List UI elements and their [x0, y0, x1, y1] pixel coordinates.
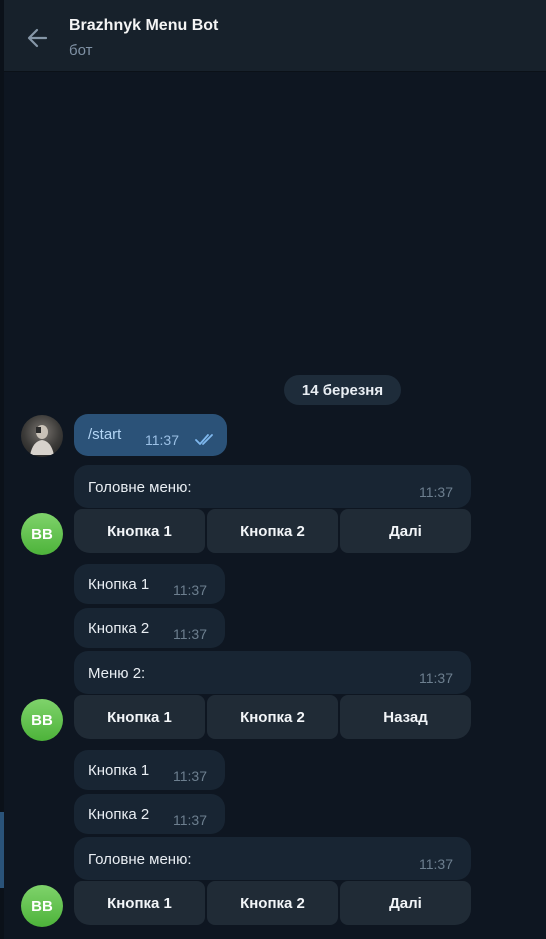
message-text: Кнопка 2: [88, 620, 150, 637]
date-separator: 14 березня: [284, 375, 401, 405]
message-text: Кнопка 1: [88, 762, 150, 779]
bot-avatar[interactable]: BB: [21, 699, 63, 741]
left-panel-edge: [0, 0, 4, 939]
chat-title[interactable]: Brazhnyk Menu Bot: [69, 17, 218, 35]
incoming-message[interactable]: Головне меню: 11:37: [74, 465, 471, 508]
incoming-message[interactable]: Головне меню: 11:37: [74, 837, 471, 880]
inline-button-knopka-2[interactable]: Кнопка 2: [207, 509, 338, 553]
bot-avatar[interactable]: BB: [21, 885, 63, 927]
incoming-message[interactable]: Кнопка 1 11:37: [74, 750, 225, 790]
inline-button-knopka-2[interactable]: Кнопка 2: [207, 695, 338, 739]
inline-button-nazad[interactable]: Назад: [340, 695, 471, 739]
inline-button-dali[interactable]: Далі: [340, 509, 471, 553]
message-time: 11:37: [173, 812, 207, 828]
bot-avatar-initials: BB: [31, 525, 53, 543]
inline-button-dali[interactable]: Далі: [340, 881, 471, 925]
chat-subtitle: бот: [69, 42, 93, 59]
outgoing-message[interactable]: /start 11:37: [74, 414, 227, 456]
message-time: 11:37: [419, 670, 453, 686]
inline-button-knopka-1[interactable]: Кнопка 1: [74, 509, 205, 553]
message-time: 11:37: [419, 484, 453, 500]
back-arrow-icon[interactable]: [24, 24, 52, 52]
message-text: Меню 2:: [88, 665, 146, 682]
bot-avatar-initials: BB: [31, 897, 53, 915]
inline-button-knopka-2[interactable]: Кнопка 2: [207, 881, 338, 925]
message-time: 11:37: [173, 582, 207, 598]
message-text: Кнопка 2: [88, 806, 150, 823]
left-panel-accent: [0, 812, 4, 888]
message-text: Головне меню:: [88, 479, 192, 496]
inline-button-knopka-1[interactable]: Кнопка 1: [74, 695, 205, 739]
message-time: 11:37: [419, 856, 453, 872]
message-time: 11:37: [173, 768, 207, 784]
message-time: 11:37: [145, 432, 179, 448]
message-text: Кнопка 1: [88, 576, 150, 593]
message-text: Головне меню:: [88, 851, 192, 868]
message-text: /start: [88, 426, 122, 443]
incoming-message[interactable]: Меню 2: 11:37: [74, 651, 471, 694]
bot-avatar-initials: BB: [31, 711, 53, 729]
inline-button-knopka-1[interactable]: Кнопка 1: [74, 881, 205, 925]
incoming-message[interactable]: Кнопка 1 11:37: [74, 564, 225, 604]
bot-avatar[interactable]: BB: [21, 513, 63, 555]
incoming-message[interactable]: Кнопка 2 11:37: [74, 794, 225, 834]
incoming-message[interactable]: Кнопка 2 11:37: [74, 608, 225, 648]
double-check-icon: [195, 434, 213, 445]
message-time: 11:37: [173, 626, 207, 642]
user-avatar[interactable]: [21, 415, 63, 457]
chat-header: Brazhnyk Menu Bot бот: [4, 0, 546, 72]
